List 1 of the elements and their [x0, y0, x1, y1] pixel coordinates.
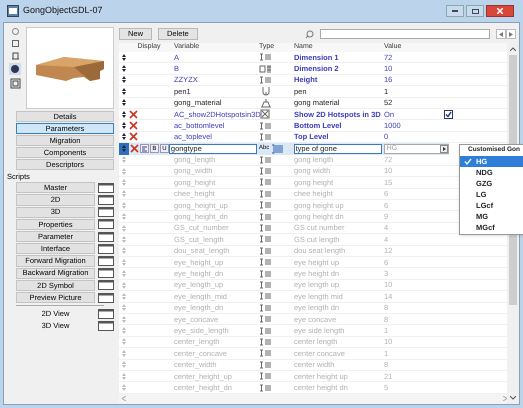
window-title: GongObjectGDL-07 [23, 4, 103, 18]
